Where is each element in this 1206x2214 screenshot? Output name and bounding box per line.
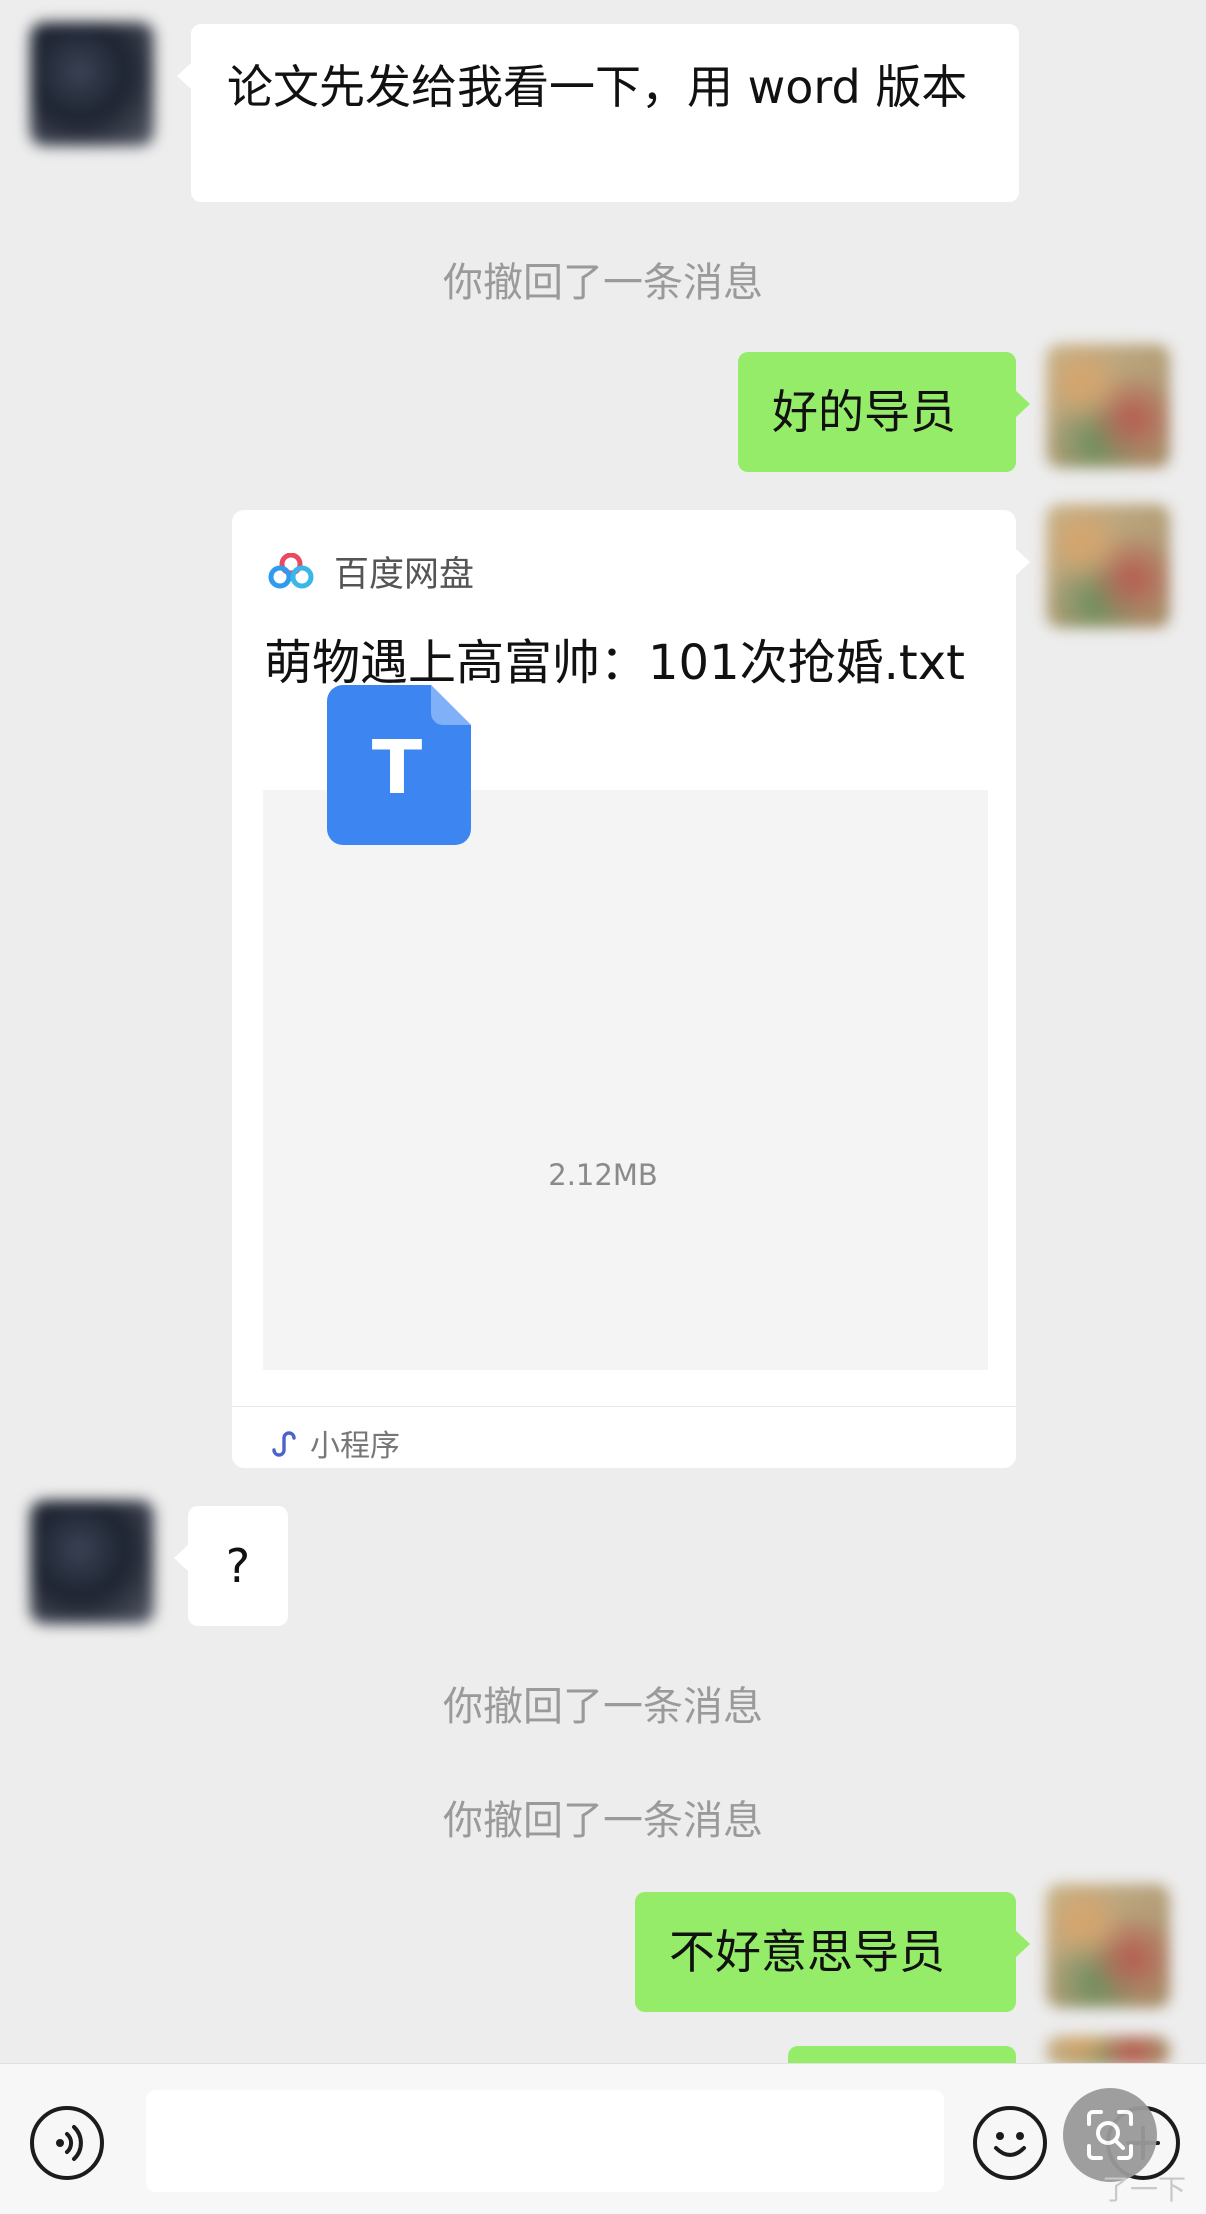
card-footer: 小程序 bbox=[266, 1418, 400, 1468]
file-type-letter: T bbox=[372, 725, 423, 811]
avatar[interactable] bbox=[1046, 344, 1170, 468]
divider bbox=[232, 1406, 1016, 1407]
message-bubble[interactable]: 不好意思导员 bbox=[635, 1892, 1030, 2012]
file-preview bbox=[263, 790, 988, 1370]
input-bar bbox=[0, 2063, 1206, 2214]
message-bubble[interactable]: ? bbox=[174, 1506, 288, 1626]
message-input[interactable] bbox=[146, 2090, 944, 2192]
avatar[interactable] bbox=[1046, 504, 1170, 628]
mini-program-card[interactable]: 百度网盘 萌物遇上高富帅：101次抢婚.txt 小程序 bbox=[232, 510, 1030, 1468]
avatar[interactable] bbox=[1046, 1884, 1170, 2008]
mini-program-icon bbox=[272, 1431, 296, 1457]
txt-file-icon: T bbox=[327, 685, 471, 845]
avatar bbox=[1046, 2036, 1170, 2066]
message-text: 不好意思导员 bbox=[669, 1925, 945, 1979]
card-source: 百度网盘 bbox=[268, 546, 474, 596]
message-bubble[interactable]: 好的导员 bbox=[738, 352, 1030, 472]
message-text: 论文先发给我看一下，用 word 版本 bbox=[227, 60, 968, 114]
voice-button[interactable] bbox=[30, 2106, 104, 2180]
recall-notice: 你撤回了一条消息 bbox=[443, 260, 763, 306]
emoji-button[interactable] bbox=[973, 2106, 1047, 2180]
avatar[interactable] bbox=[30, 1500, 154, 1624]
baidu-netdisk-logo bbox=[268, 553, 314, 589]
emoji-icon bbox=[994, 2132, 1026, 2157]
voice-icon bbox=[56, 2125, 83, 2161]
file-size: 2.12MB bbox=[548, 1158, 658, 1192]
watermark: 了一下 bbox=[1102, 2173, 1187, 2206]
recall-notice: 你撤回了一条消息 bbox=[443, 1684, 763, 1730]
message-text: 好的导员 bbox=[772, 385, 956, 439]
avatar[interactable] bbox=[30, 22, 154, 146]
card-source-label: 百度网盘 bbox=[334, 554, 475, 595]
recall-notice: 你撤回了一条消息 bbox=[443, 1798, 763, 1844]
message-text: ? bbox=[225, 1539, 251, 1593]
card-footer-label: 小程序 bbox=[310, 1429, 400, 1464]
message-bubble[interactable]: 论文先发给我看一下，用 word 版本 bbox=[177, 24, 1019, 202]
